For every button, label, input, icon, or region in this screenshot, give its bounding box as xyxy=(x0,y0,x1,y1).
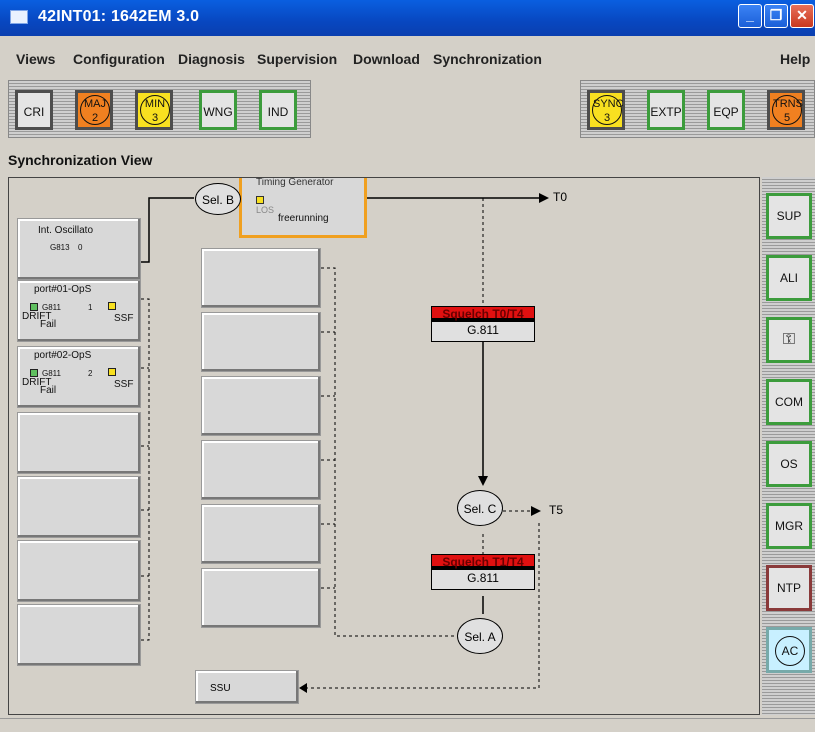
title-bar: 42INT01: 1642EM 3.0 _ ❐ ✕ xyxy=(0,0,815,36)
squelch-t1-t4[interactable]: Squelch T1/T4 G.811 xyxy=(431,554,535,590)
port2-status-icon xyxy=(30,369,38,377)
ac-label: AC xyxy=(775,636,805,666)
los-indicator-icon xyxy=(256,196,264,204)
sup-button[interactable]: SUP xyxy=(766,193,812,239)
port1-fail: Fail xyxy=(40,319,57,330)
port2-priority: 2 xyxy=(88,369,93,378)
alarm-extp-button[interactable]: EXTP xyxy=(647,90,685,130)
port1-name: port#01-OpS xyxy=(34,284,92,295)
oscillator-priority: 0 xyxy=(78,243,83,252)
input-slot[interactable] xyxy=(201,312,321,372)
alarm-toolbar-right: SYNC 3 EXTP EQP TRNS 5 xyxy=(580,80,815,138)
source-slot-empty[interactable] xyxy=(17,540,141,602)
port1-status-icon xyxy=(30,303,38,311)
com-button[interactable]: COM xyxy=(766,379,812,425)
port1-ssf-icon xyxy=(108,302,116,310)
selector-b[interactable]: Sel. B xyxy=(195,183,241,215)
maximize-button[interactable]: ❐ xyxy=(764,4,788,28)
key-button[interactable]: ⚿ xyxy=(766,317,812,363)
output-t0: T0 xyxy=(553,190,568,204)
alarm-trns-button[interactable]: TRNS 5 xyxy=(767,90,805,130)
port1-priority: 1 xyxy=(88,303,93,312)
menu-diagnosis[interactable]: Diagnosis xyxy=(178,51,245,67)
alarm-toolbar-left: CRI MAJ 2 MIN 3 WNG IND xyxy=(8,80,311,138)
source-port-2[interactable]: port#02-OpS G811 2 DRIFT Fail SSF xyxy=(17,346,141,408)
menu-supervision[interactable]: Supervision xyxy=(257,51,337,67)
oscillator-name: Int. Oscillato xyxy=(38,225,94,236)
alarm-min-button[interactable]: MIN 3 xyxy=(135,90,173,130)
squelch-t1-t4-title: Squelch T1/T4 xyxy=(432,555,534,570)
input-slot[interactable] xyxy=(201,248,321,308)
timing-state: freerunning xyxy=(278,213,329,224)
menu-bar: Views Configuration Diagnosis Supervisio… xyxy=(0,36,815,80)
key-icon: ⚿ xyxy=(782,331,796,348)
os-button[interactable]: OS xyxy=(766,441,812,487)
input-slot[interactable] xyxy=(201,568,321,628)
timing-generator[interactable]: Timing Generator LOS freerunning xyxy=(239,177,367,238)
source-slot-empty[interactable] xyxy=(17,476,141,538)
port2-fail: Fail xyxy=(40,385,57,396)
squelch-t0-t4-title: Squelch T0/T4 xyxy=(432,307,534,322)
alarm-ind-button[interactable]: IND xyxy=(259,90,297,130)
menu-synchronization[interactable]: Synchronization xyxy=(433,51,542,67)
window-icon xyxy=(10,10,28,24)
view-title: Synchronization View xyxy=(8,152,153,168)
port2-ssf: SSF xyxy=(114,379,134,390)
input-slot[interactable] xyxy=(201,376,321,436)
menu-configuration[interactable]: Configuration xyxy=(73,51,165,67)
mgr-button[interactable]: MGR xyxy=(766,503,812,549)
right-panel: SUP ALI ⚿ COM OS MGR NTP AC xyxy=(762,177,815,715)
los-label: LOS xyxy=(256,205,275,215)
ssu-box[interactable]: SSU xyxy=(195,670,299,704)
menu-views[interactable]: Views xyxy=(16,51,55,67)
selector-c[interactable]: Sel. C xyxy=(457,490,503,526)
oscillator-standard: G813 xyxy=(50,243,70,252)
minimize-button[interactable]: _ xyxy=(738,4,762,28)
alarm-maj-button[interactable]: MAJ 2 xyxy=(75,90,113,130)
source-slot-empty[interactable] xyxy=(17,604,141,666)
input-slot[interactable] xyxy=(201,504,321,564)
alarm-sync-button[interactable]: SYNC 3 xyxy=(587,90,625,130)
squelch-t0-t4[interactable]: Squelch T0/T4 G.811 xyxy=(431,306,535,342)
port2-name: port#02-OpS xyxy=(34,350,92,361)
menu-download[interactable]: Download xyxy=(353,51,420,67)
source-port-1[interactable]: port#01-OpS G811 1 DRIFT Fail SSF xyxy=(17,280,141,342)
port1-ssf: SSF xyxy=(114,313,134,324)
source-slot-empty[interactable] xyxy=(17,412,141,474)
port2-ssf-icon xyxy=(108,368,116,376)
close-button[interactable]: ✕ xyxy=(790,4,814,28)
squelch-t0-t4-value: G.811 xyxy=(467,323,499,337)
selector-a[interactable]: Sel. A xyxy=(457,618,503,654)
ali-button[interactable]: ALI xyxy=(766,255,812,301)
synchronization-canvas: Timing Generator LOS freerunning Sel. B … xyxy=(8,177,760,715)
output-t5: T5 xyxy=(549,503,564,517)
timing-generator-title: Timing Generator xyxy=(256,177,334,188)
ssu-label: SSU xyxy=(210,683,231,694)
ntp-button[interactable]: NTP xyxy=(766,565,812,611)
ac-button[interactable]: AC xyxy=(766,627,812,673)
menu-help[interactable]: Help xyxy=(780,51,810,67)
window-title: 42INT01: 1642EM 3.0 xyxy=(38,8,200,25)
alarm-cri-button[interactable]: CRI xyxy=(15,90,53,130)
squelch-t1-t4-value: G.811 xyxy=(467,571,499,585)
source-oscillator[interactable]: Int. Oscillato G813 0 xyxy=(17,218,141,280)
status-bar xyxy=(0,718,815,732)
input-slot[interactable] xyxy=(201,440,321,500)
alarm-wng-button[interactable]: WNG xyxy=(199,90,237,130)
alarm-eqp-button[interactable]: EQP xyxy=(707,90,745,130)
